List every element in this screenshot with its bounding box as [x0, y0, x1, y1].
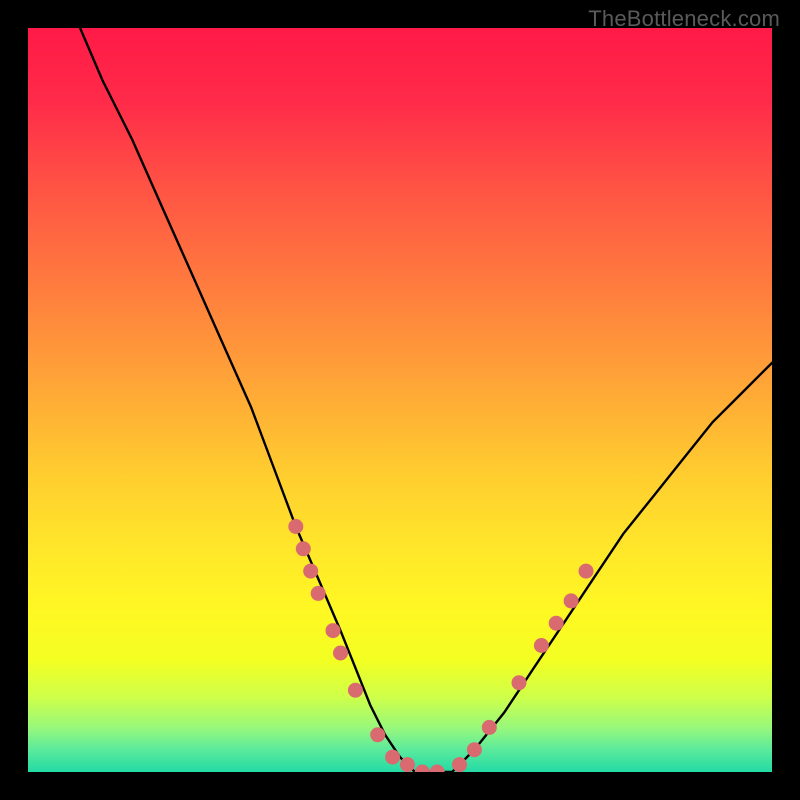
data-marker	[326, 623, 341, 638]
data-marker	[549, 616, 564, 631]
data-marker	[467, 742, 482, 757]
watermark-label: TheBottleneck.com	[588, 6, 780, 32]
data-marker	[400, 757, 415, 772]
data-marker	[385, 750, 400, 765]
data-marker	[452, 757, 467, 772]
data-marker	[482, 720, 497, 735]
data-marker	[288, 519, 303, 534]
data-marker	[564, 593, 579, 608]
gradient-background	[28, 28, 772, 772]
chart-svg	[28, 28, 772, 772]
data-marker	[512, 675, 527, 690]
data-marker	[534, 638, 549, 653]
data-marker	[303, 564, 318, 579]
plot-area	[28, 28, 772, 772]
data-marker	[370, 727, 385, 742]
data-marker	[311, 586, 326, 601]
data-marker	[579, 564, 594, 579]
data-marker	[296, 541, 311, 556]
data-marker	[333, 646, 348, 661]
data-marker	[348, 683, 363, 698]
chart-frame: TheBottleneck.com	[0, 0, 800, 800]
